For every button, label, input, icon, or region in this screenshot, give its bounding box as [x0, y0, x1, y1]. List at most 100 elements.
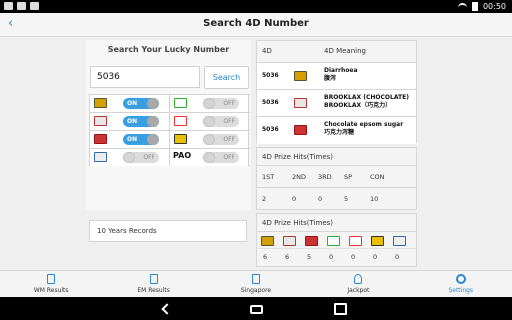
singapore-toggle[interactable]: OFF — [123, 152, 159, 163]
operator-toggle-grid: ON OFF ON OFF ON OFF OFF PAO OFF — [89, 94, 250, 166]
value-con: 10 — [370, 195, 379, 203]
cash-sweep-toggle[interactable]: OFF — [203, 116, 239, 127]
magnum-logo — [94, 98, 107, 108]
toggle-row: ON OFF — [89, 94, 250, 112]
damacai-logo — [294, 98, 307, 108]
damacai-logo — [283, 236, 296, 246]
system-nav-bar — [0, 297, 512, 320]
document-icon — [47, 274, 56, 284]
status-bar: 00:50 — [0, 0, 512, 13]
cash-sweep-logo — [349, 236, 362, 246]
nav-back-icon[interactable] — [161, 303, 173, 315]
col-1st: 1ST — [262, 173, 275, 181]
meaning-text-cn: 腹泻 — [324, 75, 337, 82]
value-sp: 5 — [344, 195, 349, 203]
sabah-88-logo — [174, 134, 187, 144]
meaning-number: 5036 — [262, 126, 279, 133]
value-2nd: 0 — [292, 195, 297, 203]
tab-em-results[interactable]: EM Results — [102, 271, 204, 297]
document-icon — [251, 274, 260, 284]
operator-hit-value: 6 — [263, 253, 268, 261]
toggle-cell-singapore: OFF — [89, 149, 169, 166]
prize-hits-columns: 1ST 2ND 3RD SP CON — [257, 166, 416, 188]
sports-toto-logo — [174, 98, 187, 108]
number-input[interactable]: 5036 — [90, 66, 200, 88]
toto-logo — [94, 134, 107, 144]
prize-hits-values: 2 0 0 5 10 — [257, 188, 416, 210]
cash-sweep-logo — [174, 116, 187, 126]
gear-icon — [455, 274, 466, 284]
meaning-row: 5036 Chocolate epsom sugar 巧克力泻糖 — [257, 117, 416, 144]
col-4d: 4D — [262, 47, 272, 55]
col-2nd: 2ND — [292, 173, 307, 181]
magnum-toggle[interactable]: ON — [123, 98, 159, 109]
pao-toggle[interactable]: OFF — [203, 152, 239, 163]
wifi-icon — [457, 3, 467, 10]
toto-logo — [294, 125, 307, 135]
search-button[interactable]: Search — [204, 66, 249, 89]
notification-icon — [4, 2, 13, 10]
meaning-panel: 4D 4D Meaning 5036 Diarrhoea 腹泻 5036 BROO… — [256, 40, 417, 144]
meaning-row: 5036 Diarrhoea 腹泻 — [257, 63, 416, 90]
meaning-text: BROOKLAX (CHOCOLATE) — [324, 94, 409, 101]
battery-icon — [471, 2, 478, 11]
col-3rd: 3RD — [318, 173, 332, 181]
toggle-cell-damacai: ON — [89, 113, 169, 130]
nav-home-icon[interactable] — [250, 305, 263, 314]
meaning-text: Diarrhoea — [324, 67, 358, 74]
bottom-tab-bar: WM Results EM Results Singapore Jackpot … — [0, 270, 512, 297]
meaning-number: 5036 — [262, 99, 279, 106]
nav-recents-icon[interactable] — [334, 303, 347, 315]
sports-toto-toggle[interactable]: OFF — [203, 98, 239, 109]
tab-wm-results[interactable]: WM Results — [0, 271, 102, 297]
meaning-text-cn: 巧克力泻糖 — [324, 129, 355, 136]
operator-hit-value: 0 — [351, 253, 356, 261]
app-header: ‹ Search 4D Number — [0, 13, 512, 37]
singapore-pools-logo — [94, 152, 107, 162]
toggle-cell-magnum: ON — [89, 95, 169, 112]
prize-hits-title: 4D Prize Hits(Times) — [257, 148, 416, 166]
search-row: 5036 Search — [88, 64, 251, 90]
tab-settings[interactable]: Settings — [410, 271, 512, 297]
toggle-row: ON OFF — [89, 130, 250, 148]
operator-hit-value: 0 — [329, 253, 334, 261]
toggle-cell-toto: ON — [89, 131, 169, 148]
prize-hits-panel: 4D Prize Hits(Times) 1ST 2ND 3RD SP CON … — [256, 147, 417, 210]
status-time: 00:50 — [482, 2, 506, 11]
col-meaning: 4D Meaning — [324, 47, 366, 55]
notification-icon — [17, 2, 26, 10]
toggle-row: ON OFF — [89, 112, 250, 130]
tab-singapore[interactable]: Singapore — [205, 271, 307, 297]
prize-hits-operator-panel: 4D Prize Hits(Times) 6 6 5 0 0 0 0 — [256, 213, 417, 267]
tab-jackpot[interactable]: Jackpot — [307, 271, 409, 297]
sabah-88-logo — [371, 236, 384, 246]
singapore-pools-logo — [393, 236, 406, 246]
meaning-row: 5036 BROOKLAX (CHOCOLATE) BROOKLAX（巧克力） — [257, 90, 416, 117]
toggle-cell-cash-sweep: OFF — [169, 113, 249, 130]
toggle-cell-sports-toto: OFF — [169, 95, 249, 112]
document-icon — [149, 274, 158, 284]
damacai-logo — [94, 116, 107, 126]
search-heading: Search Your Lucky Number — [107, 45, 230, 54]
col-con: CON — [370, 173, 385, 181]
meaning-header: 4D 4D Meaning — [257, 41, 416, 63]
meaning-text: Chocolate epsom sugar — [324, 121, 404, 128]
toggle-cell-sabah: OFF — [169, 131, 249, 148]
jackpot-icon — [354, 274, 363, 284]
records-range-selector[interactable]: 10 Years Records — [89, 220, 247, 242]
toggle-row: OFF PAO OFF — [89, 148, 250, 166]
search-panel: Search Your Lucky Number 5036 Search ON … — [86, 40, 251, 242]
sabah-toggle[interactable]: OFF — [203, 134, 239, 145]
meaning-text-cn: BROOKLAX（巧克力） — [324, 102, 392, 109]
magnum-logo — [261, 236, 274, 246]
operator-hit-value: 6 — [285, 253, 290, 261]
toto-logo — [305, 236, 318, 246]
operator-logos-row — [257, 232, 416, 249]
damacai-toggle[interactable]: ON — [123, 116, 159, 127]
magnum-logo — [294, 71, 307, 81]
toto-toggle[interactable]: ON — [123, 134, 159, 145]
notification-icon — [30, 2, 39, 10]
operator-hit-value: 0 — [373, 253, 378, 261]
value-1st: 2 — [262, 195, 267, 203]
operator-hit-value: 0 — [395, 253, 400, 261]
